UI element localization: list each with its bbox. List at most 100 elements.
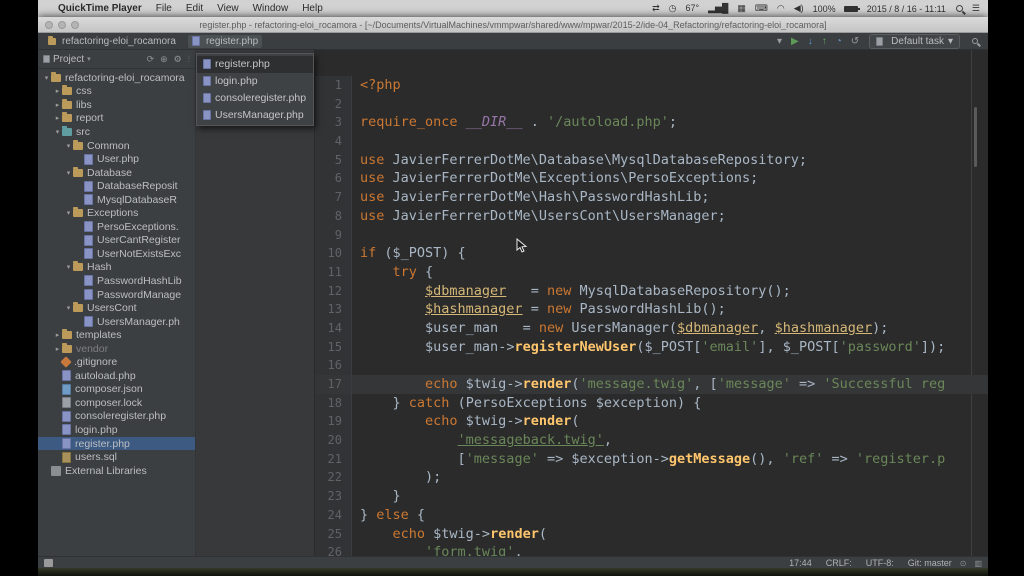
menubar-status-icon-2[interactable]: 67° [686,3,700,13]
tree-item-css[interactable]: ▸css [38,85,195,99]
project-header-icon-3[interactable]: ⫶ [188,54,190,64]
code-line-6[interactable]: 6use JavierFerrerDotMe\Exceptions\PersoE… [315,169,988,188]
menubar-status-icon-3[interactable]: ▂▅█ [708,3,728,13]
tree-item-templates[interactable]: ▸templates [38,328,195,342]
code-line-1[interactable]: 1<?php [315,76,988,95]
code-line-23[interactable]: 23 } [315,487,988,506]
notification-center-icon[interactable]: ☰ [972,3,980,14]
project-header-icon-2[interactable]: ⚙ [174,54,182,64]
tree-item-report[interactable]: ▸report [38,112,195,126]
window-title-bar[interactable]: register.php - refactoring-eloi_rocamora… [38,17,988,33]
tree-down-arrow-icon[interactable]: ▾ [42,74,51,82]
tree-item-usercantregister[interactable]: UserCantRegister [38,234,195,248]
code-line-21[interactable]: 21 ['message' => $exception->getMessage(… [315,450,988,469]
file-encoding[interactable]: UTF-8: [866,558,894,568]
tree-item-common[interactable]: ▾Common [38,139,195,153]
tree-right-arrow-icon[interactable]: ▸ [53,114,62,122]
tree-item-login-php[interactable]: login.php [38,423,195,437]
vcs-branch[interactable]: Git: master [908,558,952,568]
tree-item--gitignore[interactable]: .gitignore [38,355,195,369]
menu-item-file[interactable]: File [156,3,172,14]
tree-item-composer-json[interactable]: composer.json [38,383,195,397]
menubar-status-icon-4[interactable]: ▦ [737,3,746,13]
code-line-18[interactable]: 18 } catch (PersoExceptions $exception) … [315,394,988,413]
code-line-7[interactable]: 7use JavierFerrerDotMe\Hash\PasswordHash… [315,188,988,207]
popup-file-login-php[interactable]: login.php [197,73,313,90]
status-bar-icon-1[interactable]: ▥ [974,559,982,568]
tree-item-users-sql[interactable]: users.sql [38,450,195,464]
caret-position[interactable]: 17:44 [789,558,812,568]
tree-item-userscont[interactable]: ▾UsersCont [38,301,195,315]
code-line-12[interactable]: 12 $dbmanager = new MysqlDatabaseReposit… [315,282,988,301]
menu-item-edit[interactable]: Edit [186,3,203,14]
status-bar-icon-0[interactable]: ⊙ [960,559,967,568]
tree-down-arrow-icon[interactable]: ▾ [53,128,62,136]
time-tracker-button[interactable]: ◔ [836,36,842,47]
menu-app-name[interactable]: QuickTime Player [58,3,142,14]
code-line-25[interactable]: 25 echo $twig->render( [315,525,988,544]
tree-item-user-php[interactable]: User.php [38,152,195,166]
toolwindow-toggle-icon[interactable] [44,559,53,567]
code-line-11[interactable]: 11 try { [315,263,988,282]
tree-item-hash[interactable]: ▾Hash [38,261,195,275]
tree-item-exceptions[interactable]: ▾Exceptions [38,206,195,220]
menu-item-view[interactable]: View [217,3,239,14]
code-line-13[interactable]: 13 $hashmanager = new PasswordHashLib(); [315,300,988,319]
code-line-5[interactable]: 5use JavierFerrerDotMe\Database\MysqlDat… [315,151,988,170]
tree-item-register-php[interactable]: register.php [38,437,195,451]
editor-scrollbar[interactable] [974,107,977,167]
code-editor[interactable]: 1<?php23require_once __DIR__ . '/autoloa… [315,50,988,556]
code-line-26[interactable]: 26 'form.twig', [315,543,988,556]
menu-datetime[interactable]: 2015 / 8 / 16 - 11:11 [867,4,946,14]
code-line-24[interactable]: 24} else { [315,506,988,525]
menubar-status-icon-5[interactable]: ⌨ [755,3,768,13]
tree-down-arrow-icon[interactable]: ▾ [64,142,73,150]
tree-right-arrow-icon[interactable]: ▸ [53,101,62,109]
code-line-9[interactable]: 9 [315,226,988,245]
vcs-commit-button[interactable]: ↑ [822,36,827,47]
code-line-22[interactable]: 22 ); [315,468,988,487]
tree-item-vendor[interactable]: ▸vendor [38,342,195,356]
code-line-4[interactable]: 4 [315,132,988,151]
tree-item-database[interactable]: ▾Database [38,166,195,180]
popup-file-usersmanager-php[interactable]: UsersManager.php [197,106,313,123]
tree-item-autoload-php[interactable]: autoload.php [38,369,195,383]
code-line-14[interactable]: 14 $user_man = new UsersManager($dbmanag… [315,319,988,338]
breadcrumb-item[interactable]: register.php [188,35,262,48]
popup-file-consoleregister-php[interactable]: consoleregister.php [197,90,313,107]
vcs-update-button[interactable]: ↓ [808,36,813,47]
code-line-20[interactable]: 20 'messageback.twig', [315,431,988,450]
popup-file-register-php[interactable]: register.php [197,56,313,73]
tree-down-arrow-icon[interactable]: ▾ [64,263,73,271]
run-config-caret[interactable]: ▾ [777,36,782,47]
tree-item-databasereposit[interactable]: DatabaseReposit [38,179,195,193]
line-separator[interactable]: CRLF: [826,558,852,568]
tree-item-composer-lock[interactable]: composer.lock [38,396,195,410]
tree-right-arrow-icon[interactable]: ▸ [53,345,62,353]
code-line-16[interactable]: 16 [315,356,988,375]
project-scope-caret-icon[interactable]: ▾ [87,55,91,63]
tree-item-external-libraries[interactable]: External Libraries [38,464,195,478]
code-line-3[interactable]: 3require_once __DIR__ . '/autoload.php'; [315,113,988,132]
code-line-17[interactable]: 17 echo $twig->render('message.twig', ['… [315,375,988,394]
code-line-8[interactable]: 8use JavierFerrerDotMe\UsersCont\UsersMa… [315,207,988,226]
tree-down-arrow-icon[interactable]: ▾ [64,304,73,312]
breadcrumb-item[interactable]: refactoring-eloi_rocamora [44,35,180,48]
code-line-2[interactable]: 2 [315,95,988,114]
tree-item-usersmanager-ph[interactable]: UsersManager.ph [38,315,195,329]
project-header-icon-1[interactable]: ⊕ [160,54,168,64]
tree-item-persoexceptions-[interactable]: PersoExceptions. [38,220,195,234]
spotlight-search-icon[interactable] [956,5,963,12]
tree-right-arrow-icon[interactable]: ▸ [53,87,62,95]
project-panel-title[interactable]: Project [53,54,84,65]
menubar-status-icon-0[interactable]: ⇄ [652,3,660,13]
run-button[interactable]: ▶ [791,36,799,47]
project-header-icon-0[interactable]: ⟳ [147,54,155,64]
menu-item-window[interactable]: Window [253,3,289,14]
code-line-19[interactable]: 19 echo $twig->render( [315,412,988,431]
search-everywhere-icon[interactable] [972,38,978,44]
tree-item-consoleregister-php[interactable]: consoleregister.php [38,410,195,424]
code-line-10[interactable]: 10if ($_POST) { [315,244,988,263]
tree-item-libs[interactable]: ▸libs [38,98,195,112]
menu-item-help[interactable]: Help [302,3,323,14]
